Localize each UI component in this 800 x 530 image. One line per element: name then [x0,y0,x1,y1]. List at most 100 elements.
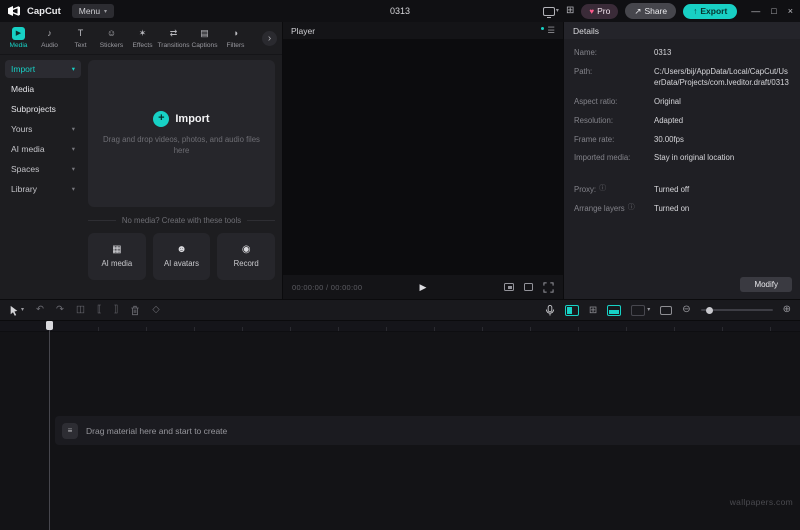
tab-label: Transitions [157,42,190,49]
ai-media-button[interactable]: ▦ AI media [88,233,146,280]
undo-button[interactable]: ↶ [36,305,44,315]
detail-value: Turned on [654,204,690,214]
timeline-display-toggle[interactable] [660,305,673,315]
zoom-out-button[interactable]: ⊖ [682,305,690,315]
capcut-logo-icon [7,5,21,17]
delete-button[interactable] [130,305,140,316]
chevron-down-icon: ▾ [71,186,75,193]
tab-label: Stickers [99,42,124,49]
effects-icon: ✶ [138,28,147,38]
ai-media-icon: ▦ [112,244,122,255]
sidebar-item-label: Media [11,84,35,94]
layout-button[interactable]: ⊞ [566,6,574,16]
details-body: Name: 0313 Path: C:/Users/bij/AppData/Lo… [564,39,800,223]
detail-label: Imported media: [574,153,631,163]
timeline-toolbar: ▾ ↶ ↷ ◫ ⟦ ⟧ ◇ ⊞ ▾ ⊖ ⊕ [0,299,800,321]
detail-value: Turned off [654,185,690,195]
zoom-in-button[interactable]: ⊕ [783,305,791,315]
detail-value: Stay in original location [654,153,735,163]
main-track-dropzone[interactable]: ≡ Drag material here and start to create [55,416,800,445]
fullscreen-icon[interactable] [543,281,554,293]
redo-button[interactable]: ↷ [56,305,64,315]
details-panel: Details Name: 0313 Path: C:/Users/bij/Ap… [564,22,800,299]
chevron-right-icon: › [267,32,272,44]
ai-avatars-button[interactable]: ☻ AI avatars [152,233,211,280]
sidebar-item-library[interactable]: Library ▾ [5,180,81,198]
chevron-down-icon: ▾ [71,126,75,133]
close-button[interactable]: × [788,6,793,16]
record-button[interactable]: ◉ Record [217,233,276,280]
record-icon: ◉ [241,244,251,255]
tab-audio[interactable]: ♪ Audio [34,27,65,49]
chevron-down-icon: ▾ [647,307,651,313]
media-content: + Import Drag and drop videos, photos, a… [86,55,282,299]
info-icon[interactable]: ⓘ [628,204,635,212]
detail-value: C:/Users/bij/AppData/Local/CapCut/UserDa… [654,66,789,87]
aspect-ratio-icon[interactable] [524,283,533,291]
timeline-tools-left: ▾ ↶ ↷ ◫ ⟦ ⟧ ◇ [9,305,160,316]
delete-left-button[interactable]: ⟦ [97,305,102,315]
play-button[interactable]: ▶ [420,282,427,293]
sidebar-item-import[interactable]: Import ▾ [5,60,81,78]
player-view-controls [504,281,554,293]
modify-button[interactable]: Modify [740,277,792,292]
keyframe-button[interactable]: ◇ [152,305,159,315]
player-menu-button[interactable]: ☰ [541,26,555,35]
document-title: 0313 [389,6,411,16]
snap-grid-icon[interactable]: ⊞ [589,305,597,316]
display-mode-button[interactable]: ▾ [542,6,559,18]
detail-row-arrange-layers: Arrange layers ⓘ Turned on [574,204,790,215]
layout-grid-icon: ⊞ [565,5,575,16]
sidebar-item-subprojects[interactable]: Subprojects [5,100,81,118]
timeline-ruler[interactable] [0,321,800,332]
delete-right-button[interactable]: ⟧ [114,305,119,315]
timeline-area[interactable]: ≡ Drag material here and start to create… [0,321,800,530]
detail-row-frame-rate: Frame rate: 30.00fps [574,135,790,146]
text-icon: T [77,28,84,38]
select-tool-button[interactable]: ▾ [9,305,24,316]
filters-icon: ◑ [232,28,239,38]
menu-button[interactable]: Menu ▾ [71,4,115,18]
timeline-zoom-slider[interactable] [700,306,773,314]
sidebar-item-spaces[interactable]: Spaces ▾ [5,160,81,178]
share-button[interactable]: ↗ Share [625,3,677,19]
tab-text[interactable]: T Text [65,27,96,49]
tab-media[interactable]: ▶ Media [3,27,34,49]
export-button[interactable]: ↑ Export [683,3,738,19]
tab-stickers[interactable]: ☺ Stickers [96,27,127,49]
import-dropzone[interactable]: + Import Drag and drop videos, photos, a… [88,60,275,207]
sidebar-item-yours[interactable]: Yours ▾ [5,120,81,138]
track-options-button[interactable]: ▾ [631,304,651,316]
tab-captions[interactable]: ▤ Captions [189,27,220,49]
sidebar-item-label: Subprojects [11,104,56,114]
pro-badge[interactable]: ♥ Pro [581,3,619,19]
sidebar-item-media[interactable]: Media [5,80,81,98]
sidebar-item-label: Spaces [11,164,40,174]
zoom-slider-thumb[interactable] [705,306,713,314]
transitions-icon: ⇄ [169,28,178,38]
split-button[interactable]: ◫ [76,305,85,315]
tab-filters[interactable]: ◑ Filters [220,27,251,49]
tab-label: Captions [191,42,218,49]
more-tabs-button[interactable]: › [262,30,277,46]
maximize-button[interactable]: □ [771,6,776,16]
sidebar-item-ai-media[interactable]: AI media ▾ [5,140,81,158]
timeline-empty-hint: Drag material here and start to create [86,425,228,436]
video-preview [283,39,563,275]
voiceover-mic-button[interactable] [545,304,555,316]
info-icon[interactable]: ⓘ [599,185,606,193]
preview-axis-toggle[interactable] [564,304,579,316]
mini-player-icon[interactable] [504,283,514,291]
tab-label: Audio [41,42,58,49]
playhead-line[interactable] [49,321,50,530]
tab-transitions[interactable]: ⇄ Transitions [157,27,190,49]
import-button[interactable]: + Import [153,110,210,127]
sidebar-item-label: Yours [11,124,33,134]
detail-row-path: Path: C:/Users/bij/AppData/Local/CapCut/… [574,67,790,89]
monitor-icon [542,6,555,18]
linkage-toggle[interactable] [607,304,622,316]
playhead-handle[interactable] [46,321,53,330]
tab-effects[interactable]: ✶ Effects [127,27,158,49]
minimize-button[interactable]: — [751,6,760,16]
